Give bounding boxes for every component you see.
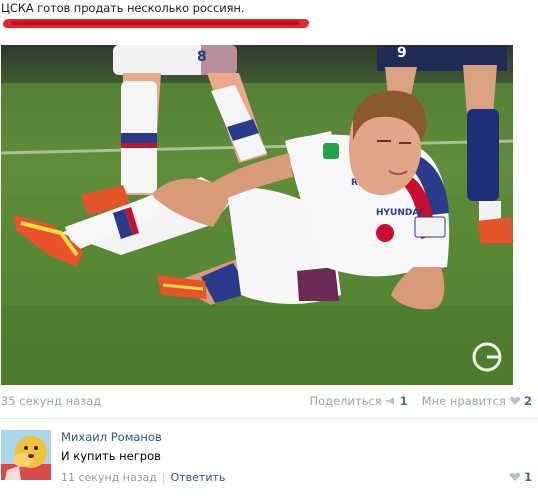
comment-like-button[interactable]: 1 xyxy=(506,470,532,484)
avatar-cartoon-image xyxy=(1,430,51,480)
football-player-photo: 9 8 ROSSETI HYUNDAI xyxy=(1,45,513,385)
megaphone-icon xyxy=(385,397,394,405)
comment-item: Михаил Романов И купить негров 11 секунд… xyxy=(0,428,538,490)
like-label: Мне нравится xyxy=(421,394,506,408)
post-photo[interactable]: 9 8 ROSSETI HYUNDAI xyxy=(1,45,513,385)
post-headline: ЦСКА готов продать несколько россиян. xyxy=(1,1,245,15)
reply-button[interactable]: Ответить xyxy=(171,471,226,484)
heart-icon xyxy=(509,396,521,405)
redaction-scribble xyxy=(2,19,310,28)
share-label: Поделиться xyxy=(309,394,382,408)
comment-meta: 11 секунд назад | Ответить xyxy=(61,471,225,484)
avatar[interactable] xyxy=(1,430,51,480)
post-timestamp[interactable]: 35 секунд назад xyxy=(1,394,101,408)
like-button[interactable]: Мне нравится 2 xyxy=(422,394,532,408)
divider xyxy=(0,418,538,419)
comment-timestamp[interactable]: 11 секунд назад xyxy=(61,471,157,484)
svg-text:9: 9 xyxy=(397,45,407,61)
post-meta-row: 35 секунд назад Поделиться 1 Мне нравитс… xyxy=(1,392,532,410)
post-actions: Поделиться 1 Мне нравится 2 xyxy=(295,394,532,408)
svg-text:8: 8 xyxy=(197,49,207,65)
svg-text:HYUNDAI: HYUNDAI xyxy=(376,208,423,218)
like-count: 2 xyxy=(523,394,532,408)
comment-text: И купить негров xyxy=(61,449,161,463)
comment-like-count: 1 xyxy=(523,470,532,484)
share-count: 1 xyxy=(399,394,408,408)
heart-icon xyxy=(509,472,521,481)
share-button[interactable]: Поделиться 1 xyxy=(309,394,407,408)
comment-author[interactable]: Михаил Романов xyxy=(61,430,162,444)
meta-separator: | xyxy=(161,471,166,484)
